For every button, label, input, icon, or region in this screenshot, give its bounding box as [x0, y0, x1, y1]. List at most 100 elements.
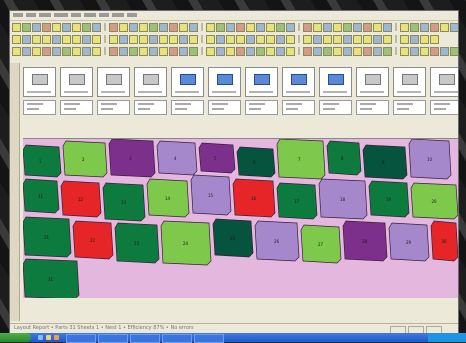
toolbar-button-icon[interactable] [159, 34, 168, 44]
toolbar-button-icon[interactable] [72, 46, 81, 56]
toolbar-button-icon[interactable] [159, 46, 168, 56]
part-param-field[interactable] [319, 100, 352, 115]
toolbar-button-icon[interactable] [236, 46, 245, 56]
toolbar-button-icon[interactable] [119, 22, 128, 32]
toolbar-button-icon[interactable] [333, 22, 342, 32]
nested-parts-drawing[interactable]: 1 2 3 4 567 891011121314151617 18 19 20212223 242… [23, 139, 458, 299]
toolbar-button-icon[interactable] [42, 22, 51, 32]
toolbar-button-icon[interactable] [32, 22, 41, 32]
toolbar-button-icon[interactable] [266, 46, 275, 56]
toolbar-button-icon[interactable] [373, 22, 382, 32]
toolbar-button-icon[interactable] [216, 22, 225, 32]
part-param-field[interactable] [97, 100, 130, 115]
toolbar-button-icon[interactable] [169, 46, 178, 56]
toolbar-button-icon[interactable] [343, 22, 352, 32]
toolbar-button-icon[interactable] [82, 22, 91, 32]
toolbar-button-icon[interactable] [266, 34, 275, 44]
toolbar-button-icon[interactable] [139, 22, 148, 32]
part-thumbnail[interactable] [23, 67, 56, 97]
toolbar-button-icon[interactable] [62, 22, 71, 32]
toolbar-button-icon[interactable] [373, 46, 382, 56]
toolbar-button-icon[interactable] [323, 46, 332, 56]
toolbar-button-icon[interactable] [109, 34, 118, 44]
menu-item[interactable] [39, 13, 51, 17]
toolbar-button-icon[interactable] [12, 34, 21, 44]
toolbar-button-icon[interactable] [129, 34, 138, 44]
toolbar-button-icon[interactable] [420, 22, 429, 32]
toolbar-button-icon[interactable] [383, 46, 392, 56]
toolbar-button-icon[interactable] [276, 34, 285, 44]
toolbar-button-icon[interactable] [333, 34, 342, 44]
toolbar-button-icon[interactable] [303, 46, 312, 56]
toolbar-button-icon[interactable] [286, 34, 295, 44]
toolbar-button-icon[interactable] [139, 46, 148, 56]
part-param-field[interactable] [430, 100, 458, 115]
part-thumbnail[interactable] [282, 67, 315, 97]
toolbar-button-icon[interactable] [246, 46, 255, 56]
toolbar-button-icon[interactable] [410, 46, 419, 56]
toolbar-button-icon[interactable] [42, 34, 51, 44]
toolbar-button-icon[interactable] [139, 34, 148, 44]
toolbar-button-icon[interactable] [353, 22, 362, 32]
toolbar-button-icon[interactable] [400, 22, 409, 32]
toolbar-button-icon[interactable] [149, 22, 158, 32]
toolbar-button-icon[interactable] [373, 34, 382, 44]
toolbar-button-icon[interactable] [256, 46, 265, 56]
toolbar-button-icon[interactable] [52, 46, 61, 56]
toolbar-button-icon[interactable] [72, 34, 81, 44]
toolbar-button-icon[interactable] [363, 22, 372, 32]
toolbar-button-icon[interactable] [32, 46, 41, 56]
toolbar-button-icon[interactable] [286, 46, 295, 56]
toolbar-button-icon[interactable] [129, 46, 138, 56]
toolbar-button-icon[interactable] [383, 34, 392, 44]
toolbar-button-icon[interactable] [52, 22, 61, 32]
toolbar-button-icon[interactable] [72, 22, 81, 32]
toolbar-button-icon[interactable] [169, 22, 178, 32]
nested-part[interactable] [62, 140, 108, 178]
part-thumbnail[interactable] [97, 67, 130, 97]
toolbar-button-icon[interactable] [119, 34, 128, 44]
menu-item[interactable] [71, 13, 81, 17]
toolbar-button-icon[interactable] [149, 34, 158, 44]
part-param-field[interactable] [208, 100, 241, 115]
toolbar-button-icon[interactable] [62, 34, 71, 44]
folder-icon[interactable] [46, 335, 51, 340]
toolbar-button-icon[interactable] [52, 34, 61, 44]
part-thumbnail[interactable] [430, 67, 458, 97]
toolbar-button-icon[interactable] [440, 46, 449, 56]
part-param-field[interactable] [245, 100, 278, 115]
menu-item[interactable] [54, 13, 68, 17]
toolbar-button-icon[interactable] [343, 34, 352, 44]
toolbar-button-icon[interactable] [129, 22, 138, 32]
toolbar-button-icon[interactable] [303, 34, 312, 44]
toolbar-button-icon[interactable] [400, 46, 409, 56]
toolbar-button-icon[interactable] [363, 34, 372, 44]
nested-part[interactable] [23, 144, 62, 178]
part-thumbnail[interactable] [245, 67, 278, 97]
toolbar-button-icon[interactable] [189, 46, 198, 56]
part-thumbnail[interactable] [319, 67, 352, 97]
toolbar-button-icon[interactable] [12, 22, 21, 32]
part-param-field[interactable] [171, 100, 204, 115]
nested-part[interactable] [276, 139, 326, 180]
toolbar-button-icon[interactable] [206, 46, 215, 56]
part-param-field[interactable] [356, 100, 389, 115]
toolbar-button-icon[interactable] [286, 22, 295, 32]
toolbar-button-icon[interactable] [92, 46, 101, 56]
toolbar-button-icon[interactable] [169, 34, 178, 44]
toolbar-button-icon[interactable] [216, 34, 225, 44]
toolbar-button-icon[interactable] [62, 46, 71, 56]
nested-part[interactable] [156, 140, 198, 176]
toolbar-button-icon[interactable] [179, 34, 188, 44]
toolbar-button-icon[interactable] [22, 22, 31, 32]
part-thumbnail[interactable] [208, 67, 241, 97]
toolbar-button-icon[interactable] [42, 46, 51, 56]
toolbar-button-icon[interactable] [256, 34, 265, 44]
toolbar-button-icon[interactable] [420, 46, 429, 56]
toolbar-button-icon[interactable] [226, 46, 235, 56]
toolbar-button-icon[interactable] [276, 22, 285, 32]
start-button[interactable] [0, 333, 31, 342]
toolbar-button-icon[interactable] [206, 22, 215, 32]
nested-part[interactable] [326, 140, 362, 176]
media-icon[interactable] [54, 335, 59, 340]
